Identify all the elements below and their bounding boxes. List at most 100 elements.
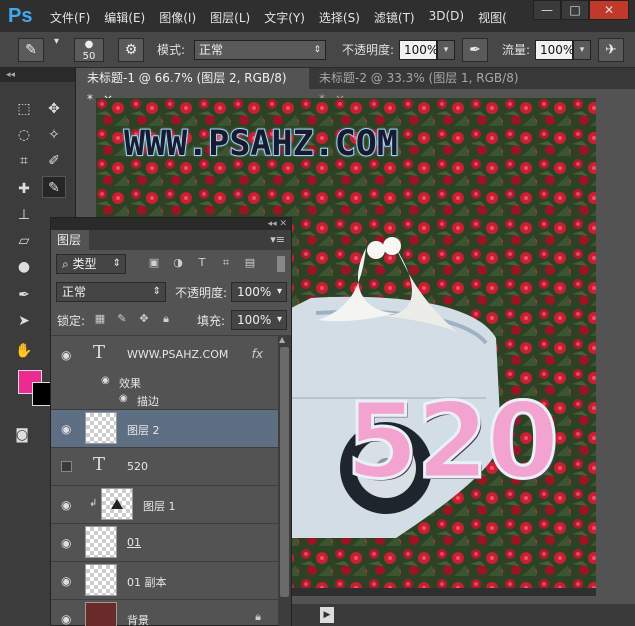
filter-toggle-switch[interactable] — [277, 256, 285, 272]
menu-edit[interactable]: 编辑(E) — [104, 9, 145, 26]
layer-row-01-copy[interactable]: ◉ 01 副本 — [51, 561, 279, 599]
menu-type[interactable]: 文字(Y) — [264, 9, 305, 26]
scroll-thumb[interactable] — [280, 347, 289, 597]
mode-select[interactable]: 正常 ⇕ — [194, 40, 326, 60]
blend-mode-select[interactable]: 正常 ⇕ — [56, 282, 166, 302]
menu-layer[interactable]: 图层(L) — [210, 9, 250, 26]
layers-panel-tabs: 图层 ▾≡ — [51, 230, 291, 250]
opacity-input[interactable]: 100% — [399, 40, 438, 60]
chevron-down-icon[interactable]: ▾ — [54, 36, 59, 47]
layer-row-watermark[interactable]: ◉ T WWW.PSAHZ.COM fx — [51, 335, 279, 373]
brush-size-picker[interactable]: ● 50 — [74, 38, 104, 62]
flow-input[interactable]: 100% — [535, 40, 574, 60]
mode-value: 正常 — [199, 43, 224, 57]
horizontal-scrollbar[interactable]: ▶ — [290, 604, 635, 626]
lock-position-icon[interactable]: ✥ — [137, 312, 151, 326]
menu-3d[interactable]: 3D(D) — [429, 9, 464, 26]
quick-select-tool-icon[interactable]: ✧ — [42, 124, 66, 146]
panel-menu-icon[interactable]: ▾≡ — [270, 233, 285, 246]
layer-row-01[interactable]: ◉ 01 — [51, 523, 279, 561]
healing-brush-tool-icon[interactable]: ✚ — [12, 178, 36, 200]
filter-kind-select[interactable]: ⌕ 类型 ⇕ — [56, 254, 126, 274]
eye-icon[interactable]: ◉ — [61, 536, 71, 550]
tools-panel-header[interactable]: ◂◂ — [0, 68, 75, 82]
move-tool-icon[interactable]: ✥ — [42, 98, 66, 120]
options-bar: ✎ ▾ ● 50 ⚙ 模式: 正常 ⇕ 不透明度: 100% ▾ ✒ 流量: 1… — [0, 32, 635, 68]
lock-transparent-icon[interactable]: ▦ — [93, 312, 107, 326]
layer-row-520[interactable]: T 520 — [51, 447, 279, 485]
layer-thumbnail — [85, 526, 117, 558]
layer-effects-row[interactable]: ◉ 效果 — [51, 373, 279, 391]
lasso-tool-icon[interactable]: ◌ — [12, 124, 36, 146]
layer-stroke-effect-row[interactable]: ◉ 描边 — [51, 391, 279, 409]
pixel-filter-icon[interactable]: ▣ — [147, 256, 161, 270]
close-window-button[interactable]: ✕ — [589, 0, 629, 20]
menu-select[interactable]: 选择(S) — [319, 9, 360, 26]
pressure-opacity-button[interactable]: ✒ — [462, 38, 488, 62]
brush-tool-icon[interactable]: ✎ — [42, 176, 66, 198]
menu-image[interactable]: 图像(I) — [159, 9, 196, 26]
hand-tool-icon[interactable]: ✋ — [12, 340, 36, 362]
eraser-tool-icon[interactable]: ▱ — [12, 230, 36, 252]
eye-icon[interactable]: ◉ — [61, 348, 71, 362]
eye-icon[interactable]: ◉ — [61, 574, 71, 588]
eye-icon[interactable]: ◉ — [61, 422, 71, 436]
visibility-toggle[interactable] — [61, 461, 72, 472]
marquee-tool-icon[interactable]: ⬚ — [12, 98, 36, 120]
layers-scrollbar[interactable]: ▲ — [278, 335, 291, 626]
layer-name: WWW.PSAHZ.COM — [127, 348, 229, 361]
opacity-dropdown[interactable]: ▾ — [437, 40, 455, 60]
layer-row-background[interactable]: ◉ 背景 🔒︎ — [51, 599, 279, 626]
lock-all-icon[interactable]: 🔒︎ — [159, 312, 173, 326]
eye-icon[interactable]: ◉ — [61, 498, 71, 512]
flow-dropdown[interactable]: ▾ — [573, 40, 591, 60]
layers-panel-titlebar[interactable]: ◂◂ ✕ — [51, 218, 291, 230]
layer-name: 图层 1 — [143, 500, 176, 513]
filter-kind-value: 类型 — [72, 257, 97, 271]
fx-icon[interactable]: fx — [252, 347, 263, 361]
window-controls: — □ ✕ — [533, 0, 629, 20]
type-filter-icon[interactable]: T — [195, 256, 209, 270]
eye-icon[interactable]: ◉ — [61, 612, 71, 626]
brush-preset-button[interactable]: ✎ — [18, 38, 44, 62]
layer-opacity-input[interactable]: 100% ▾ — [231, 282, 287, 302]
menu-view[interactable]: 视图( — [478, 9, 507, 26]
path-select-tool-icon[interactable]: ➤ — [12, 310, 36, 332]
brush-panel-toggle[interactable]: ⚙ — [118, 38, 144, 62]
lock-icon: 🔒︎ — [255, 610, 261, 623]
scroll-right-arrow-icon[interactable]: ▶ — [320, 607, 334, 623]
pen-tool-icon[interactable]: ✒ — [12, 284, 36, 306]
eye-icon[interactable]: ◉ — [119, 393, 128, 404]
blur-tool-icon[interactable]: ● — [12, 256, 36, 278]
clipping-mask-icon: ↲ — [89, 498, 98, 509]
crop-tool-icon[interactable]: ⌗ — [12, 150, 36, 172]
layer-name: 图层 2 — [127, 424, 160, 437]
maximize-button[interactable]: □ — [561, 0, 589, 20]
mode-label: 模式: — [157, 43, 186, 57]
tab-layers[interactable]: 图层 — [51, 230, 89, 250]
dove-thumbnail-shape — [111, 499, 123, 509]
smart-object-filter-icon[interactable]: ▤ — [243, 256, 257, 270]
eyedropper-tool-icon[interactable]: ✐ — [42, 150, 66, 172]
eye-icon[interactable]: ◉ — [101, 375, 110, 386]
layer-row-layer-2[interactable]: ◉ 图层 2 — [51, 409, 279, 447]
tab-document-1[interactable]: 未标题-1 @ 66.7% (图层 2, RGB/8) *× — [77, 68, 309, 106]
shape-filter-icon[interactable]: ⌗ — [219, 256, 233, 270]
minimize-button[interactable]: — — [533, 0, 561, 20]
updown-arrow-icon: ⇕ — [152, 286, 161, 297]
quick-mask-icon[interactable]: ◙ — [10, 424, 34, 446]
stamp-tool-icon[interactable]: ⊥ — [12, 204, 36, 226]
chevron-down-icon: ▾ — [276, 314, 282, 325]
menu-bar: Ps 文件(F) 编辑(E) 图像(I) 图层(L) 文字(Y) 选择(S) 滤… — [0, 0, 635, 32]
layer-row-layer-1[interactable]: ◉ ↲ 图层 1 — [51, 485, 279, 523]
menu-file[interactable]: 文件(F) — [50, 9, 90, 26]
updown-arrow-icon: ⇕ — [112, 258, 121, 269]
menu-filter[interactable]: 滤镜(T) — [374, 9, 415, 26]
scroll-up-arrow-icon[interactable]: ▲ — [279, 335, 285, 344]
lock-image-icon[interactable]: ✎ — [115, 312, 129, 326]
blend-mode-value: 正常 — [62, 285, 87, 299]
fill-input[interactable]: 100% ▾ — [231, 310, 287, 330]
adjustment-filter-icon[interactable]: ◑ — [171, 256, 185, 270]
tab-document-2[interactable]: 未标题-2 @ 33.3% (图层 1, RGB/8) *× — [309, 68, 539, 106]
airbrush-button[interactable]: ✈ — [598, 38, 624, 62]
